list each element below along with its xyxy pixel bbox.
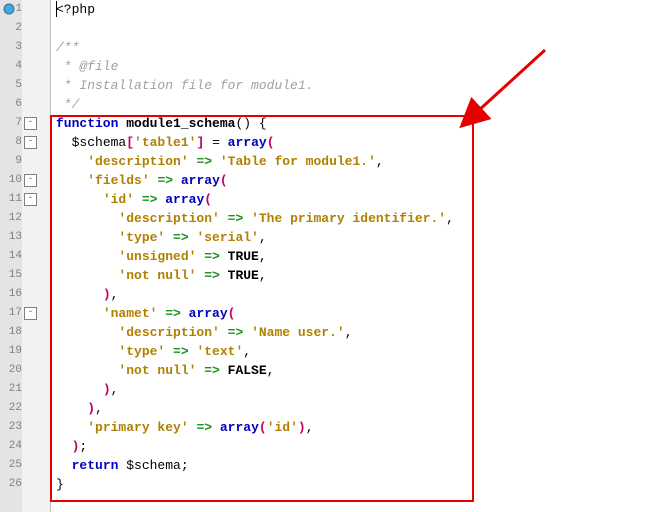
- code-line[interactable]: 11- 'id' => array(: [50, 190, 649, 209]
- code-line[interactable]: 1<?php: [50, 0, 649, 19]
- code-line[interactable]: 4 * @file: [50, 57, 649, 76]
- code-text: 'description' => 'Name user.',: [50, 325, 353, 340]
- code-text: 'not null' => TRUE,: [50, 268, 267, 283]
- code-text: * @file: [50, 59, 118, 74]
- fold-toggle-icon[interactable]: -: [24, 307, 37, 320]
- code-line[interactable]: 9 'description' => 'Table for module1.',: [50, 152, 649, 171]
- code-line[interactable]: 18 'description' => 'Name user.',: [50, 323, 649, 342]
- code-text: 'namet' => array(: [50, 306, 235, 321]
- code-text: $schema['table1'] = array(: [50, 135, 275, 150]
- code-line[interactable]: 25 return $schema;: [50, 456, 649, 475]
- code-line[interactable]: 21 ),: [50, 380, 649, 399]
- code-text: ),: [50, 287, 118, 302]
- code-text: 'unsigned' => TRUE,: [50, 249, 267, 264]
- line-number: 24: [0, 437, 22, 456]
- line-number: 5: [0, 76, 22, 95]
- code-line[interactable]: 20 'not null' => FALSE,: [50, 361, 649, 380]
- code-line[interactable]: 7-function module1_schema() {: [50, 114, 649, 133]
- code-text: return $schema;: [50, 458, 189, 473]
- code-line[interactable]: 12 'description' => 'The primary identif…: [50, 209, 649, 228]
- code-text: 'id' => array(: [50, 192, 212, 207]
- code-line[interactable]: 13 'type' => 'serial',: [50, 228, 649, 247]
- code-text: 'description' => 'The primary identifier…: [50, 211, 454, 226]
- code-line[interactable]: 3/**: [50, 38, 649, 57]
- code-text: );: [50, 439, 87, 454]
- line-number: 21: [0, 380, 22, 399]
- line-number: 6: [0, 95, 22, 114]
- code-line[interactable]: 2: [50, 19, 649, 38]
- line-number: 4: [0, 57, 22, 76]
- code-text: 'fields' => array(: [50, 173, 228, 188]
- code-text: 'type' => 'serial',: [50, 230, 267, 245]
- code-line[interactable]: 26}: [50, 475, 649, 494]
- code-line[interactable]: 19 'type' => 'text',: [50, 342, 649, 361]
- code-line[interactable]: 17- 'namet' => array(: [50, 304, 649, 323]
- code-line[interactable]: 24 );: [50, 437, 649, 456]
- line-number: 16: [0, 285, 22, 304]
- fold-toggle-icon[interactable]: -: [24, 174, 37, 187]
- code-text: ),: [50, 401, 103, 416]
- code-line[interactable]: 14 'unsigned' => TRUE,: [50, 247, 649, 266]
- code-text: [50, 21, 56, 36]
- code-line[interactable]: 15 'not null' => TRUE,: [50, 266, 649, 285]
- code-text: 'type' => 'text',: [50, 344, 251, 359]
- code-area[interactable]: 1<?php23/**4 * @file5 * Installation fil…: [50, 0, 649, 494]
- fold-toggle-icon[interactable]: -: [24, 117, 37, 130]
- code-text: * Installation file for module1.: [50, 78, 313, 93]
- code-line[interactable]: 23 'primary key' => array('id'),: [50, 418, 649, 437]
- fold-margin: [22, 0, 51, 512]
- line-number: 11: [0, 190, 22, 209]
- line-number: 14: [0, 247, 22, 266]
- code-text: ),: [50, 382, 118, 397]
- code-line[interactable]: 8- $schema['table1'] = array(: [50, 133, 649, 152]
- line-number: 25: [0, 456, 22, 475]
- code-editor: 1<?php23/**4 * @file5 * Installation fil…: [0, 0, 649, 512]
- line-number: 12: [0, 209, 22, 228]
- line-number: 7: [0, 114, 22, 133]
- code-line[interactable]: 10- 'fields' => array(: [50, 171, 649, 190]
- line-number: 15: [0, 266, 22, 285]
- line-number: 3: [0, 38, 22, 57]
- line-number: 22: [0, 399, 22, 418]
- code-line[interactable]: 5 * Installation file for module1.: [50, 76, 649, 95]
- line-number: 13: [0, 228, 22, 247]
- line-number: 19: [0, 342, 22, 361]
- line-number: 18: [0, 323, 22, 342]
- code-line[interactable]: 6 */: [50, 95, 649, 114]
- text-cursor: [56, 1, 57, 17]
- line-number: 17: [0, 304, 22, 323]
- fold-toggle-icon[interactable]: -: [24, 136, 37, 149]
- line-number: 9: [0, 152, 22, 171]
- code-line[interactable]: 16 ),: [50, 285, 649, 304]
- code-text: 'primary key' => array('id'),: [50, 420, 314, 435]
- line-number: 20: [0, 361, 22, 380]
- line-number: 10: [0, 171, 22, 190]
- code-text: */: [50, 97, 79, 112]
- code-text: 'not null' => FALSE,: [50, 363, 274, 378]
- code-text: 'description' => 'Table for module1.',: [50, 154, 384, 169]
- fold-toggle-icon[interactable]: -: [24, 193, 37, 206]
- code-text: function module1_schema() {: [50, 116, 267, 131]
- code-text: /**: [50, 40, 79, 55]
- code-text: }: [50, 477, 64, 492]
- line-number: 2: [0, 19, 22, 38]
- line-number: 26: [0, 475, 22, 494]
- line-number: 23: [0, 418, 22, 437]
- code-line[interactable]: 22 ),: [50, 399, 649, 418]
- bookmark-icon[interactable]: [2, 2, 16, 16]
- line-number: 8: [0, 133, 22, 152]
